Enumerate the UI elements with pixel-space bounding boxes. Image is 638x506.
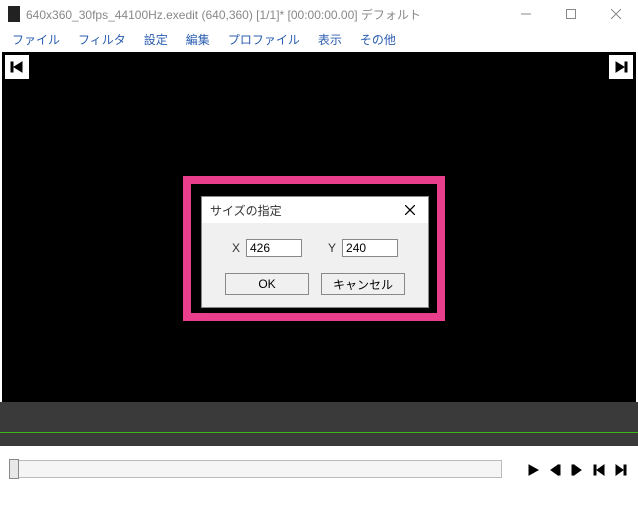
menu-settings[interactable]: 設定	[136, 29, 176, 50]
dialog-title-text: サイズの指定	[210, 202, 282, 219]
size-dialog: サイズの指定 X Y OK キャンセル	[201, 196, 429, 308]
ok-button[interactable]: OK	[225, 273, 309, 295]
titlebar: 640x360_30fps_44100Hz.exedit (640,360) […	[0, 0, 638, 28]
x-label: X	[232, 241, 240, 255]
seek-thumb[interactable]	[9, 459, 19, 479]
y-input[interactable]	[342, 239, 398, 257]
y-label: Y	[328, 241, 336, 255]
frame-end-button[interactable]	[609, 55, 633, 79]
x-input[interactable]	[246, 239, 302, 257]
size-inputs-row: X Y	[214, 239, 416, 257]
next-frame-button[interactable]	[566, 460, 588, 480]
maximize-button[interactable]	[548, 0, 593, 28]
preview-area: サイズの指定 X Y OK キャンセル	[2, 52, 636, 402]
timeline-strip	[0, 402, 638, 446]
menu-edit[interactable]: 編集	[178, 29, 218, 50]
goto-end-button[interactable]	[610, 460, 632, 480]
dialog-body: X Y OK キャンセル	[202, 223, 428, 307]
close-button[interactable]	[593, 0, 638, 28]
prev-frame-button[interactable]	[544, 460, 566, 480]
menu-view[interactable]: 表示	[310, 29, 350, 50]
dialog-titlebar[interactable]: サイズの指定	[202, 197, 428, 223]
menu-filter[interactable]: フィルタ	[70, 29, 134, 50]
menu-profile[interactable]: プロファイル	[220, 29, 308, 50]
goto-start-button[interactable]	[588, 460, 610, 480]
menu-other[interactable]: その他	[352, 29, 404, 50]
menubar: ファイル フィルタ 設定 編集 プロファイル 表示 その他	[0, 28, 638, 50]
cancel-button[interactable]: キャンセル	[321, 273, 405, 295]
bottom-controls	[0, 450, 638, 506]
menu-file[interactable]: ファイル	[4, 29, 68, 50]
playback-controls	[522, 460, 632, 480]
seek-slider[interactable]	[10, 460, 502, 478]
app-icon	[8, 6, 20, 22]
timeline-marker-line	[0, 432, 638, 433]
minimize-button[interactable]	[503, 0, 548, 28]
frame-start-button[interactable]	[5, 55, 29, 79]
window-title: 640x360_30fps_44100Hz.exedit (640,360) […	[26, 6, 421, 23]
dialog-buttons: OK キャンセル	[214, 273, 416, 295]
dialog-close-button[interactable]	[396, 199, 424, 221]
play-button[interactable]	[522, 460, 544, 480]
